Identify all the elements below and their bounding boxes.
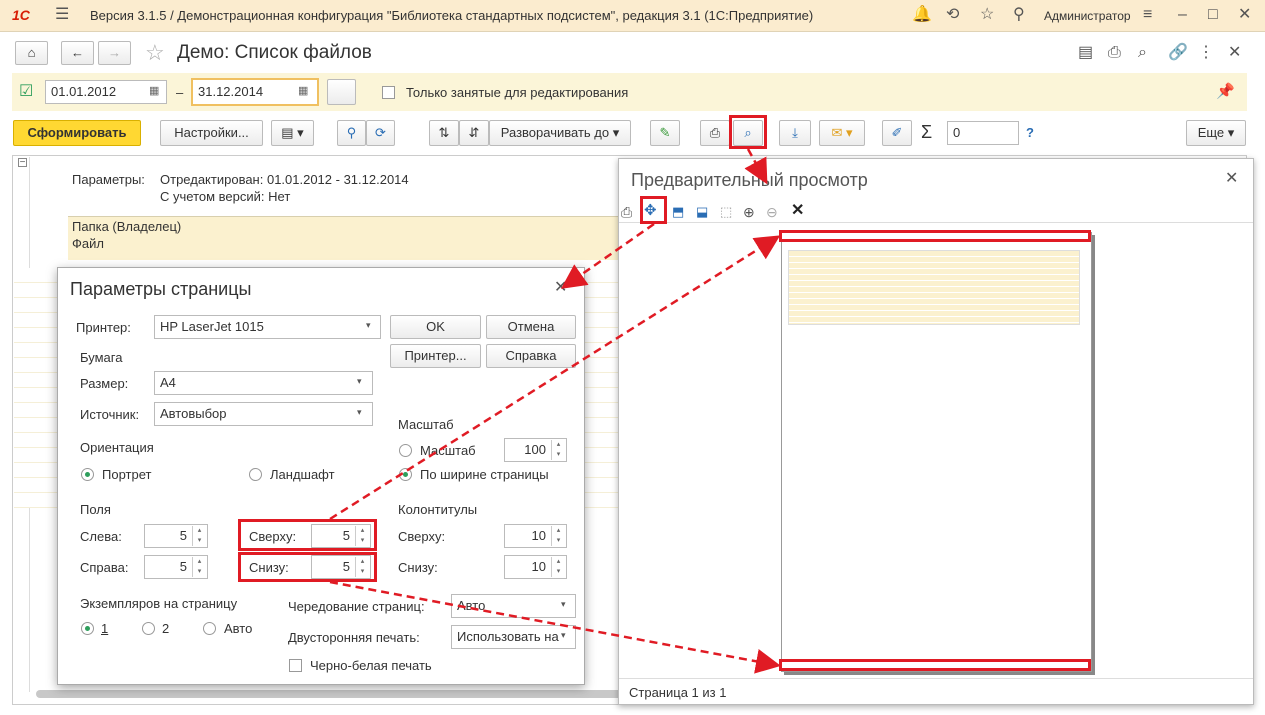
arrow-to-page-bottom [329, 580, 781, 674]
arrow-to-preview-title [744, 148, 768, 185]
annotation-arrows [329, 148, 781, 674]
arrow-to-page-top [329, 235, 781, 521]
arrow-to-dialog [560, 222, 655, 289]
